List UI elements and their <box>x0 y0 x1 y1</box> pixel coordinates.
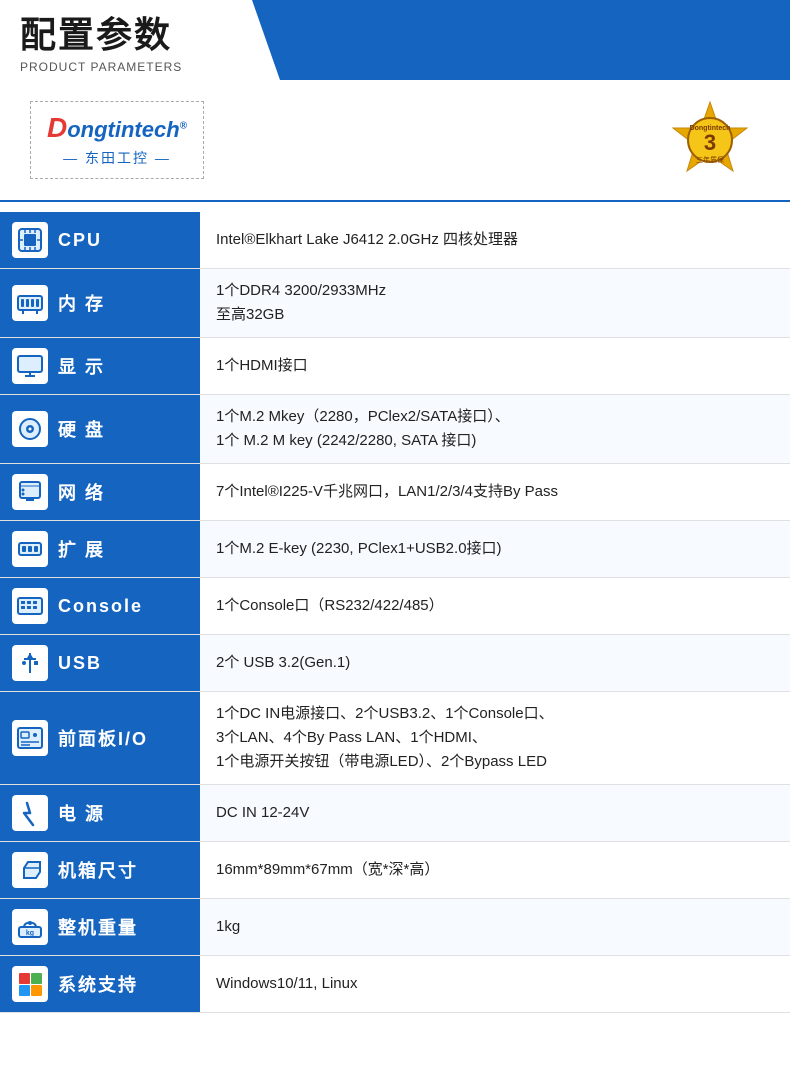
warranty-badge: Dongtintech 3 三年质保 <box>670 100 750 180</box>
display-icon <box>12 348 48 384</box>
spec-value-storage: 1个M.2 Mkey（2280，PClex2/SATA接口）、1个 M.2 M … <box>200 395 790 464</box>
spec-label-text-usb: USB <box>58 653 102 674</box>
spec-value-front-io: 1个DC IN电源接口、2个USB3.2、1个Console口、3个LAN、4个… <box>200 692 790 785</box>
usb-icon <box>12 645 48 681</box>
spec-row-console: Console 1个Console口（RS232/422/485） <box>0 578 790 635</box>
spec-row-dimensions: 机箱尺寸 16mm*89mm*67mm（宽*深*高） <box>0 842 790 899</box>
power-icon <box>12 795 48 831</box>
spec-value-usb: 2个 USB 3.2(Gen.1) <box>200 635 790 692</box>
spec-value-console: 1个Console口（RS232/422/485） <box>200 578 790 635</box>
spec-label-text-memory: 内 存 <box>58 290 105 316</box>
spec-label-text-network: 网 络 <box>58 479 105 505</box>
spec-label-text-cpu: CPU <box>58 230 102 251</box>
spec-value-weight: 1kg <box>200 899 790 956</box>
spec-label-expansion: 扩 展 <box>0 521 200 578</box>
spec-row-storage: 硬 盘 1个M.2 Mkey（2280，PClex2/SATA接口）、1个 M.2… <box>0 395 790 464</box>
spec-value-network: 7个Intel®I225-V千兆网口，LAN1/2/3/4支持By Pass <box>200 464 790 521</box>
spec-label-dimensions: 机箱尺寸 <box>0 842 200 899</box>
spec-value-os: Windows10/11, Linux <box>200 956 790 1013</box>
spec-value-display: 1个HDMI接口 <box>200 338 790 395</box>
spec-label-text-power: 电 源 <box>58 800 105 826</box>
spec-label-power: 电 源 <box>0 785 200 842</box>
dimensions-icon <box>12 852 48 888</box>
brand-logo: Dongtintech® — 东田工控 — <box>30 101 204 179</box>
badge-star-svg: Dongtintech 3 三年质保 <box>670 100 750 180</box>
storage-icon <box>12 411 48 447</box>
os-icon <box>12 966 48 1002</box>
spec-row-front-io: 前面板I/O 1个DC IN电源接口、2个USB3.2、1个Console口、3个… <box>0 692 790 785</box>
spec-label-os: 系统支持 <box>0 956 200 1013</box>
page-title-cn: 配置参数 <box>20 6 230 58</box>
spec-row-power: 电 源 DC IN 12-24V <box>0 785 790 842</box>
spec-row-os: 系统支持 Windows10/11, Linux <box>0 956 790 1013</box>
network-icon <box>12 474 48 510</box>
spec-label-text-dimensions: 机箱尺寸 <box>58 857 138 883</box>
brand-logo-name: Dongtintech® <box>47 112 187 144</box>
spec-label-network: 网 络 <box>0 464 200 521</box>
spec-label-text-storage: 硬 盘 <box>58 416 105 442</box>
spec-value-expansion: 1个M.2 E-key (2230, PClex1+USB2.0接口) <box>200 521 790 578</box>
spec-value-dimensions: 16mm*89mm*67mm（宽*深*高） <box>200 842 790 899</box>
spec-label-text-display: 显 示 <box>58 353 105 379</box>
spec-value-power: DC IN 12-24V <box>200 785 790 842</box>
spec-label-usb: USB <box>0 635 200 692</box>
spec-label-cpu: CPU <box>0 212 200 269</box>
spec-row-memory: 内 存 1个DDR4 3200/2933MHz至高32GB <box>0 269 790 338</box>
spec-label-memory: 内 存 <box>0 269 200 338</box>
expansion-icon <box>12 531 48 567</box>
spec-label-text-console: Console <box>58 596 143 617</box>
spec-label-display: 显 示 <box>0 338 200 395</box>
spec-label-front-io: 前面板I/O <box>0 692 200 785</box>
svg-text:kg: kg <box>26 930 34 937</box>
spec-table: CPU Intel®Elkhart Lake J6412 2.0GHz 四核处理器… <box>0 212 790 1013</box>
spec-label-text-front-io: 前面板I/O <box>58 725 148 751</box>
spec-row-cpu: CPU Intel®Elkhart Lake J6412 2.0GHz 四核处理器 <box>0 212 790 269</box>
spec-label-text-weight: 整机重量 <box>58 914 138 940</box>
page-title-en: PRODUCT PARAMETERS <box>20 60 230 74</box>
header-title-block: 配置参数 PRODUCT PARAMETERS <box>0 0 280 80</box>
spec-label-storage: 硬 盘 <box>0 395 200 464</box>
cpu-icon <box>12 222 48 258</box>
spec-label-console: Console <box>0 578 200 635</box>
svg-text:3: 3 <box>704 130 716 155</box>
brand-d-letter: D <box>47 112 67 143</box>
spec-value-cpu: Intel®Elkhart Lake J6412 2.0GHz 四核处理器 <box>200 212 790 269</box>
memory-icon <box>12 285 48 321</box>
spec-row-weight: kg 整机重量 1kg <box>0 899 790 956</box>
console-icon <box>12 588 48 624</box>
page-header: 配置参数 PRODUCT PARAMETERS <box>0 0 790 80</box>
weight-icon: kg <box>12 909 48 945</box>
badge-container: Dongtintech 3 三年质保 <box>670 100 750 180</box>
spec-row-network: 网 络 7个Intel®I225-V千兆网口，LAN1/2/3/4支持By Pas… <box>0 464 790 521</box>
spec-label-text-os: 系统支持 <box>58 971 138 997</box>
spec-label-text-expansion: 扩 展 <box>58 536 105 562</box>
spec-value-memory: 1个DDR4 3200/2933MHz至高32GB <box>200 269 790 338</box>
svg-text:三年质保: 三年质保 <box>696 155 724 164</box>
section-divider <box>0 200 790 202</box>
front-io-icon <box>12 720 48 756</box>
spec-row-display: 显 示 1个HDMI接口 <box>0 338 790 395</box>
spec-row-usb: USB 2个 USB 3.2(Gen.1) <box>0 635 790 692</box>
brand-area: Dongtintech® — 东田工控 — Dongtintech 3 三年质保 <box>0 80 790 200</box>
brand-logo-tagline: — 东田工控 — <box>63 148 171 168</box>
spec-label-weight: kg 整机重量 <box>0 899 200 956</box>
spec-row-expansion: 扩 展 1个M.2 E-key (2230, PClex1+USB2.0接口) <box>0 521 790 578</box>
